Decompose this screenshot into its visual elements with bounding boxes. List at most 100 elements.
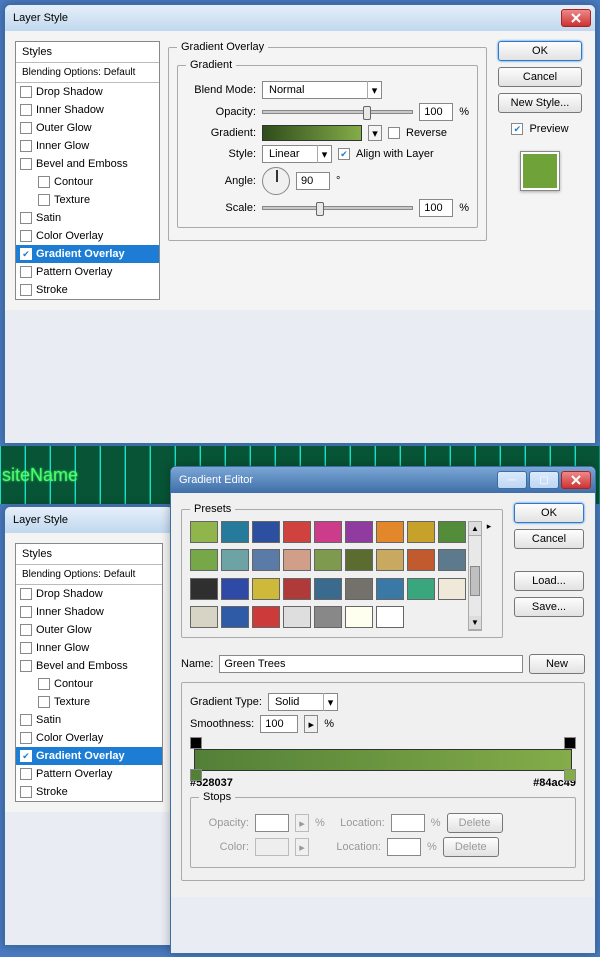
preset-swatch[interactable] (376, 521, 404, 543)
smoothness-input[interactable] (260, 715, 298, 733)
preset-swatch[interactable] (190, 549, 218, 571)
style-item-inner-shadow[interactable]: Inner Shadow (16, 603, 162, 621)
scroll-thumb[interactable] (470, 566, 480, 596)
checkbox[interactable] (20, 266, 32, 278)
close-button[interactable] (561, 471, 591, 489)
style-item-satin[interactable]: Satin (16, 711, 162, 729)
name-input[interactable] (219, 655, 523, 673)
preset-swatch[interactable] (283, 578, 311, 600)
styles-header[interactable]: Styles (16, 544, 162, 565)
checkbox[interactable] (20, 230, 32, 242)
gradient-type-dropdown[interactable]: Solid ▾ (268, 693, 338, 711)
angle-input[interactable] (296, 172, 330, 190)
preset-swatch[interactable] (314, 578, 342, 600)
angle-dial[interactable] (262, 167, 290, 195)
presets-scrollbar[interactable]: ▲ ▼ (468, 521, 482, 631)
style-item-inner-shadow[interactable]: Inner Shadow (16, 101, 159, 119)
color-stop-right[interactable] (564, 769, 576, 781)
opacity-slider[interactable] (262, 110, 413, 114)
preset-swatch[interactable] (221, 549, 249, 571)
load-button[interactable]: Load... (514, 571, 584, 591)
preset-swatch[interactable] (252, 521, 280, 543)
preset-swatch[interactable] (438, 521, 466, 543)
preset-swatch[interactable] (376, 549, 404, 571)
checkbox[interactable] (20, 86, 32, 98)
style-item-contour[interactable]: Contour (16, 173, 159, 191)
preset-swatch[interactable] (190, 521, 218, 543)
ok-button[interactable]: OK (514, 503, 584, 523)
preset-swatch[interactable] (345, 521, 373, 543)
opacity-input[interactable] (419, 103, 453, 121)
style-item-drop-shadow[interactable]: Drop Shadow (16, 585, 162, 603)
style-item-color-overlay[interactable]: Color Overlay (16, 227, 159, 245)
style-item-outer-glow[interactable]: Outer Glow (16, 119, 159, 137)
style-item-inner-glow[interactable]: Inner Glow (16, 137, 159, 155)
new-button[interactable]: New (529, 654, 585, 674)
style-item-pattern-overlay[interactable]: Pattern Overlay (16, 765, 162, 783)
style-item-outer-glow[interactable]: Outer Glow (16, 621, 162, 639)
ok-button[interactable]: OK (498, 41, 582, 61)
blending-options-row[interactable]: Blending Options: Default (16, 63, 159, 83)
maximize-button[interactable]: ▢ (529, 471, 559, 489)
opacity-stop-left[interactable] (190, 737, 202, 749)
preset-swatch[interactable] (438, 578, 466, 600)
align-checkbox[interactable] (338, 148, 350, 160)
titlebar[interactable]: Layer Style (5, 5, 595, 31)
gradient-dropdown-arrow[interactable]: ▾ (368, 125, 382, 141)
style-item-bevel-emboss[interactable]: Bevel and Emboss (16, 657, 162, 675)
style-item-gradient-overlay[interactable]: Gradient Overlay (16, 245, 159, 263)
preset-swatch[interactable] (252, 549, 280, 571)
color-stop-left[interactable] (190, 769, 202, 781)
style-item-bevel-emboss[interactable]: Bevel and Emboss (16, 155, 159, 173)
preset-swatch[interactable] (407, 521, 435, 543)
preset-swatch[interactable] (345, 606, 373, 628)
style-item-satin[interactable]: Satin (16, 209, 159, 227)
style-item-gradient-overlay[interactable]: Gradient Overlay (16, 747, 162, 765)
checkbox[interactable] (20, 122, 32, 134)
style-item-contour[interactable]: Contour (16, 675, 162, 693)
cancel-button[interactable]: Cancel (514, 529, 584, 549)
style-dropdown[interactable]: Linear ▾ (262, 145, 332, 163)
preset-swatch[interactable] (438, 549, 466, 571)
preset-swatch[interactable] (314, 549, 342, 571)
scroll-up-icon[interactable]: ▲ (469, 522, 481, 536)
presets-flyout-icon[interactable]: ▸ (484, 521, 494, 631)
save-button[interactable]: Save... (514, 597, 584, 617)
reverse-checkbox[interactable] (388, 127, 400, 139)
checkbox[interactable] (38, 176, 50, 188)
preset-swatch[interactable] (407, 549, 435, 571)
preset-swatch[interactable] (376, 578, 404, 600)
scale-slider[interactable] (262, 206, 413, 210)
style-item-texture[interactable]: Texture (16, 693, 162, 711)
preset-swatch[interactable] (314, 521, 342, 543)
scroll-down-icon[interactable]: ▼ (469, 616, 481, 630)
preset-swatch[interactable] (283, 521, 311, 543)
style-item-inner-glow[interactable]: Inner Glow (16, 639, 162, 657)
minimize-button[interactable]: ─ (497, 471, 527, 489)
new-style-button[interactable]: New Style... (498, 93, 582, 113)
smoothness-flyout-icon[interactable]: ▸ (304, 715, 318, 733)
opacity-stop-right[interactable] (564, 737, 576, 749)
checkbox[interactable] (20, 212, 32, 224)
cancel-button[interactable]: Cancel (498, 67, 582, 87)
preview-checkbox[interactable] (511, 123, 523, 135)
preset-grid[interactable] (190, 521, 466, 631)
checkbox[interactable] (20, 158, 32, 170)
style-item-stroke[interactable]: Stroke (16, 783, 162, 801)
preset-swatch[interactable] (221, 606, 249, 628)
checkbox[interactable] (20, 140, 32, 152)
preset-swatch[interactable] (283, 549, 311, 571)
gradient-swatch[interactable] (262, 125, 362, 141)
titlebar[interactable]: Gradient Editor ─ ▢ (171, 467, 595, 493)
preset-swatch[interactable] (221, 578, 249, 600)
preset-swatch[interactable] (190, 578, 218, 600)
preset-swatch[interactable] (252, 578, 280, 600)
preset-swatch[interactable] (407, 578, 435, 600)
checkbox[interactable] (20, 104, 32, 116)
style-item-color-overlay[interactable]: Color Overlay (16, 729, 162, 747)
preset-swatch[interactable] (345, 549, 373, 571)
titlebar[interactable]: Layer Style (5, 507, 173, 533)
preset-swatch[interactable] (376, 606, 404, 628)
gradient-bar[interactable] (194, 749, 572, 771)
style-item-drop-shadow[interactable]: Drop Shadow (16, 83, 159, 101)
